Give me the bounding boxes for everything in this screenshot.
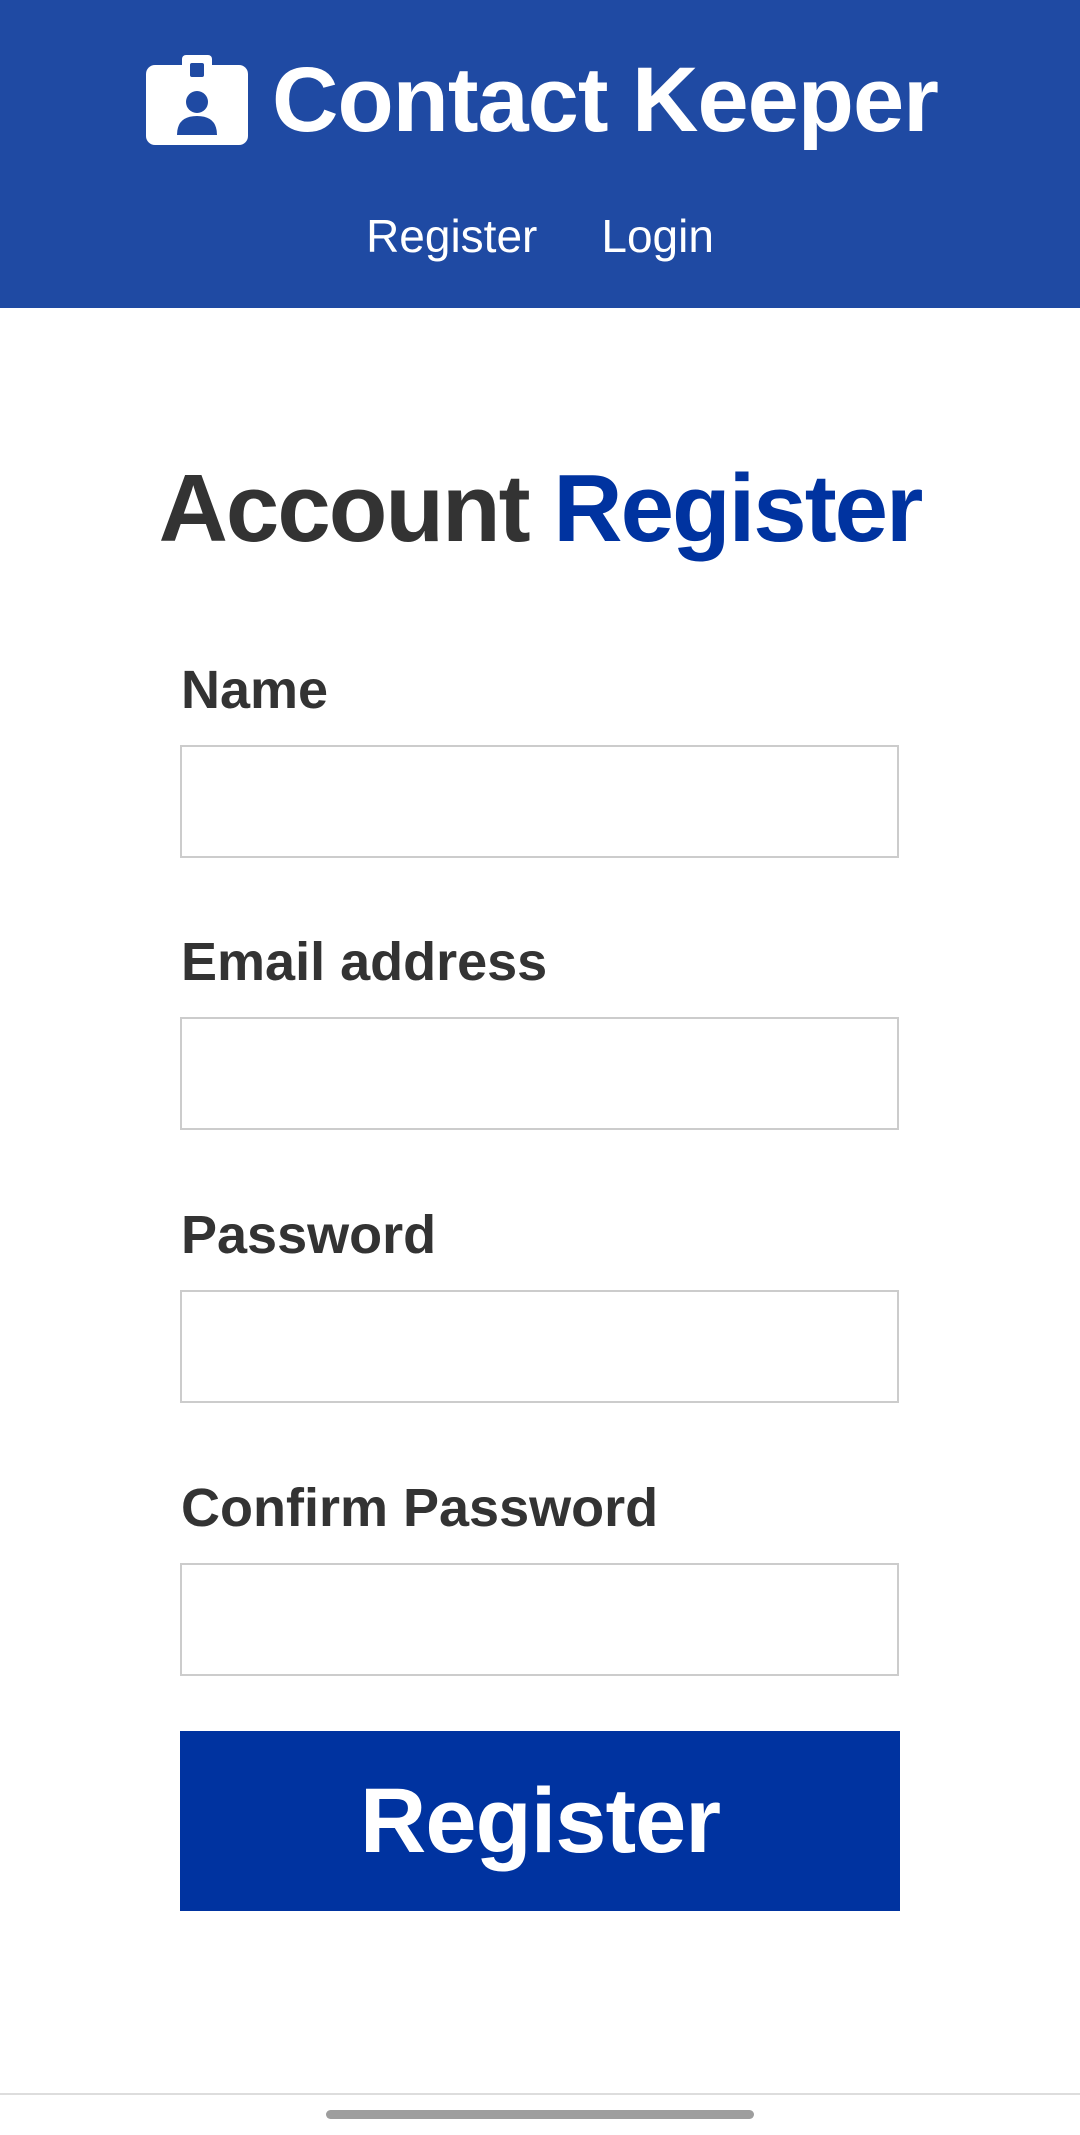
nav-link-login[interactable]: Login [601,209,714,263]
bottom-divider [0,2093,1080,2095]
app-title: Contact Keeper [272,49,939,151]
name-input[interactable] [180,745,899,858]
confirm-password-label: Confirm Password [181,1478,659,1538]
nav-links: Register Login [0,204,1080,268]
name-label: Name [181,660,329,720]
id-badge-icon [146,55,249,145]
nav-link-register[interactable]: Register [366,209,537,263]
brand[interactable]: Contact Keeper [0,44,1080,156]
email-input[interactable] [180,1017,899,1130]
home-indicator[interactable] [326,2110,754,2119]
navbar: Contact Keeper Register Login [0,0,1080,308]
email-label: Email address [181,932,548,992]
page-title-accent: Register [553,455,923,562]
page-title-prefix: Account [158,455,531,562]
register-button[interactable]: Register [180,1731,900,1911]
page-title: Account Register [0,456,1080,562]
password-input[interactable] [180,1290,899,1403]
password-label: Password [181,1205,437,1265]
confirm-password-input[interactable] [180,1563,899,1676]
